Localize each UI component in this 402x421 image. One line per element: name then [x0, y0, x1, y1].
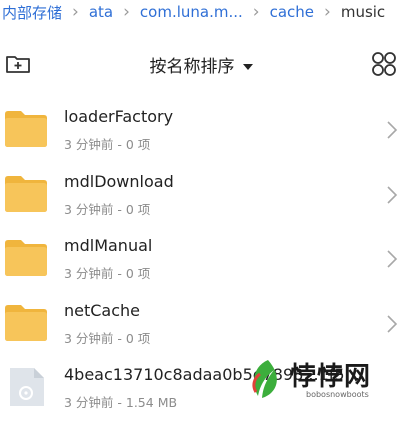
- list-item[interactable]: loaderFactory 3 分钟前 - 0 项: [0, 98, 402, 163]
- file-meta: 3 分钟前 - 0 项: [64, 137, 151, 152]
- breadcrumb-ata[interactable]: ata: [89, 3, 113, 21]
- caret-down-icon: [242, 64, 253, 70]
- file-name: mdlDownload: [64, 171, 174, 191]
- chevron-right-icon: [387, 185, 398, 204]
- sort-label: 按名称排序: [149, 57, 235, 77]
- breadcrumb-music: music: [340, 3, 386, 21]
- watermark-text: 悖悖网: [290, 362, 372, 392]
- file-meta: 3 分钟前 - 0 项: [64, 266, 151, 281]
- watermark: 悖悖网 bobosnowboots: [246, 356, 396, 402]
- folder-icon: [5, 240, 47, 276]
- breadcrumb: 内部存储 › ata › com.luna.m... › cache › mus…: [0, 0, 402, 24]
- file-name: mdlManual: [64, 236, 153, 255]
- file-meta: 3 分钟前 - 0 项: [64, 201, 151, 217]
- breadcrumb-internal-storage[interactable]: 内部存储: [2, 2, 62, 23]
- file-icon: [10, 368, 44, 406]
- watermark-subtext: bobosnowboots: [306, 390, 369, 399]
- grid-view-icon[interactable]: [370, 50, 398, 78]
- list-item[interactable]: mdlDownload 3 分钟前 - 0 项: [0, 163, 402, 228]
- breadcrumb-separator-icon: ›: [123, 2, 130, 22]
- chevron-right-icon: [387, 121, 398, 139]
- breadcrumb-separator-icon: ›: [72, 2, 79, 22]
- sort-dropdown[interactable]: 按名称排序: [0, 52, 402, 77]
- chevron-right-icon: [387, 250, 398, 268]
- toolbar: 按名称排序: [0, 44, 402, 84]
- file-meta: 3 分钟前 - 0 项: [64, 330, 151, 346]
- list-item[interactable]: mdlManual 3 分钟前 - 0 项: [0, 227, 402, 292]
- folder-icon: [5, 304, 47, 341]
- file-meta: 3 分钟前 - 1.54 MB: [64, 395, 178, 410]
- leaf-logo-icon: [252, 360, 277, 398]
- breadcrumb-com-luna[interactable]: com.luna.m...: [140, 3, 243, 21]
- breadcrumb-separator-icon: ›: [252, 2, 260, 22]
- folder-icon: [5, 111, 47, 147]
- file-name: netCache: [64, 300, 141, 320]
- breadcrumb-separator-icon: ›: [324, 2, 331, 22]
- breadcrumb-cache[interactable]: cache: [270, 3, 314, 21]
- folder-icon: [5, 175, 47, 212]
- chevron-right-icon: [387, 314, 398, 333]
- list-item[interactable]: netCache 3 分钟前 - 0 项: [0, 292, 402, 357]
- file-name: loaderFactory: [64, 107, 174, 126]
